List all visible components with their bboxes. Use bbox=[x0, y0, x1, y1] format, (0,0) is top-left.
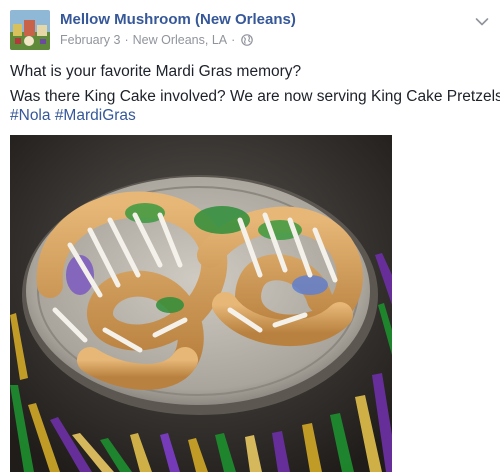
meta-separator: · bbox=[231, 33, 236, 47]
post-location[interactable]: New Orleans, LA bbox=[133, 33, 227, 47]
chevron-down-icon[interactable] bbox=[475, 14, 489, 26]
hashtag-link[interactable]: #MardiGras bbox=[55, 107, 136, 124]
post-meta: February 3 · New Orleans, LA · bbox=[60, 33, 254, 47]
hashtag-link[interactable]: #Nola bbox=[10, 107, 51, 124]
king-cake-pretzel-photo[interactable] bbox=[10, 135, 392, 472]
meta-separator: · bbox=[124, 33, 129, 47]
facebook-post: Mellow Mushroom (New Orleans) February 3… bbox=[0, 0, 500, 472]
page-avatar[interactable] bbox=[10, 10, 50, 50]
page-name-link[interactable]: Mellow Mushroom (New Orleans) bbox=[60, 11, 296, 28]
hashtags: #Nola #MardiGras bbox=[10, 106, 136, 126]
post-text-line-2: Was there King Cake involved? We are now… bbox=[10, 88, 500, 105]
post-text-line-1: What is your favorite Mardi Gras memory? bbox=[10, 63, 302, 80]
post-date[interactable]: February 3 bbox=[60, 33, 120, 47]
globe-icon[interactable] bbox=[241, 34, 254, 46]
